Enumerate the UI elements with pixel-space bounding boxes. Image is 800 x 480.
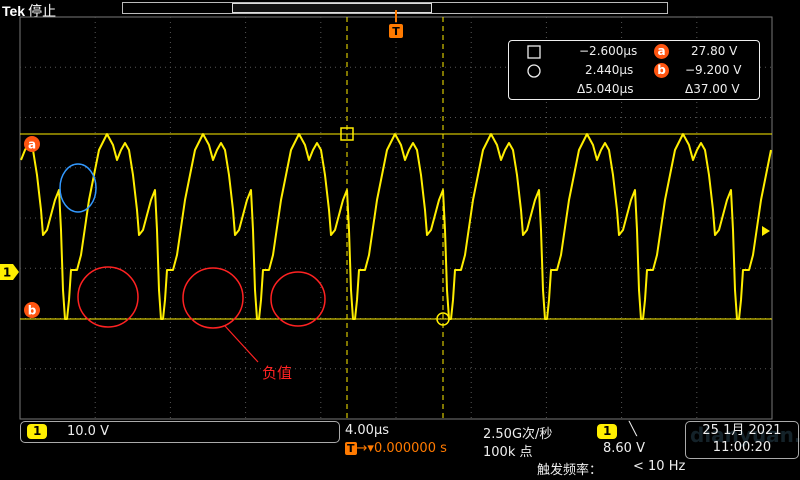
trigger-slope-icon: ╲ (629, 422, 637, 437)
trigger-frequency-value: < 10 Hz (633, 459, 686, 474)
trigger-position-marker[interactable]: T (389, 10, 403, 38)
cursor-b-badge: b (654, 63, 669, 78)
sample-rate: 2.50G次/秒 (483, 427, 553, 442)
timebase-value: 4.00µs (345, 423, 389, 438)
channel-1-badge: 1 (27, 424, 48, 439)
cursor-a-value: 27.80 V (691, 44, 738, 58)
red-annotation-circle-3 (270, 271, 326, 327)
acquisition-panel[interactable]: 4.00µs 2.50G次/秒 1 ╲ T →▾0.000000 s 100k 点… (341, 421, 685, 480)
delta-time: Δ5.040µs (577, 82, 634, 96)
channel-1-waveform (20, 133, 772, 320)
trigger-position-value: 0.000000 s (373, 441, 447, 456)
cursor-b-level-mark[interactable]: b (24, 302, 40, 318)
trigger-t-icon: T (345, 442, 357, 455)
channel-marker-label: 1 (3, 266, 11, 280)
trigger-position-readout: T →▾0.000000 s (345, 441, 447, 456)
trigger-level: 8.60 V (603, 441, 645, 456)
channel-1-scale: 10.0 V (67, 424, 109, 439)
cursor-b-value: −9.200 V (685, 63, 742, 77)
trigger-marker-label: T (392, 25, 400, 38)
cursor-a-level-mark[interactable]: a (24, 136, 40, 152)
date-value: 25 1月 2021 (702, 423, 782, 438)
trigger-channel-badge: 1 (597, 424, 618, 439)
cursor-a-mark-label: a (28, 138, 36, 152)
trigger-arrow-icon: →▾ (356, 441, 374, 456)
trigger-frequency-label: 触发频率： (537, 463, 603, 478)
channel-1-settings[interactable]: 1 10.0 V (20, 421, 340, 443)
time-value: 11:00:20 (712, 440, 772, 455)
cursor-b-mark-label: b (28, 304, 37, 318)
cursor-a-badge: a (654, 44, 669, 59)
red-annotation-circle-1 (77, 266, 139, 328)
channel-1-ground-marker[interactable]: 1 (0, 264, 19, 280)
circle-cursor-icon (527, 64, 541, 81)
record-length: 100k 点 (483, 445, 533, 460)
datetime-panel: 25 1月 2021 11:00:20 (685, 421, 799, 459)
delta-value: Δ37.00 V (685, 82, 740, 96)
cursor-readout-panel: −2.600µs a 27.80 V 2.440µs b −9.200 V Δ5… (508, 40, 760, 100)
cursor-a-time: −2.600µs (579, 44, 638, 58)
negative-value-annotation: 负值 (262, 364, 293, 382)
trigger-level-arrow[interactable] (762, 226, 770, 236)
annotation-leader-line (224, 325, 259, 363)
square-cursor-icon (527, 45, 541, 62)
cursor-b-time: 2.440µs (585, 63, 634, 77)
